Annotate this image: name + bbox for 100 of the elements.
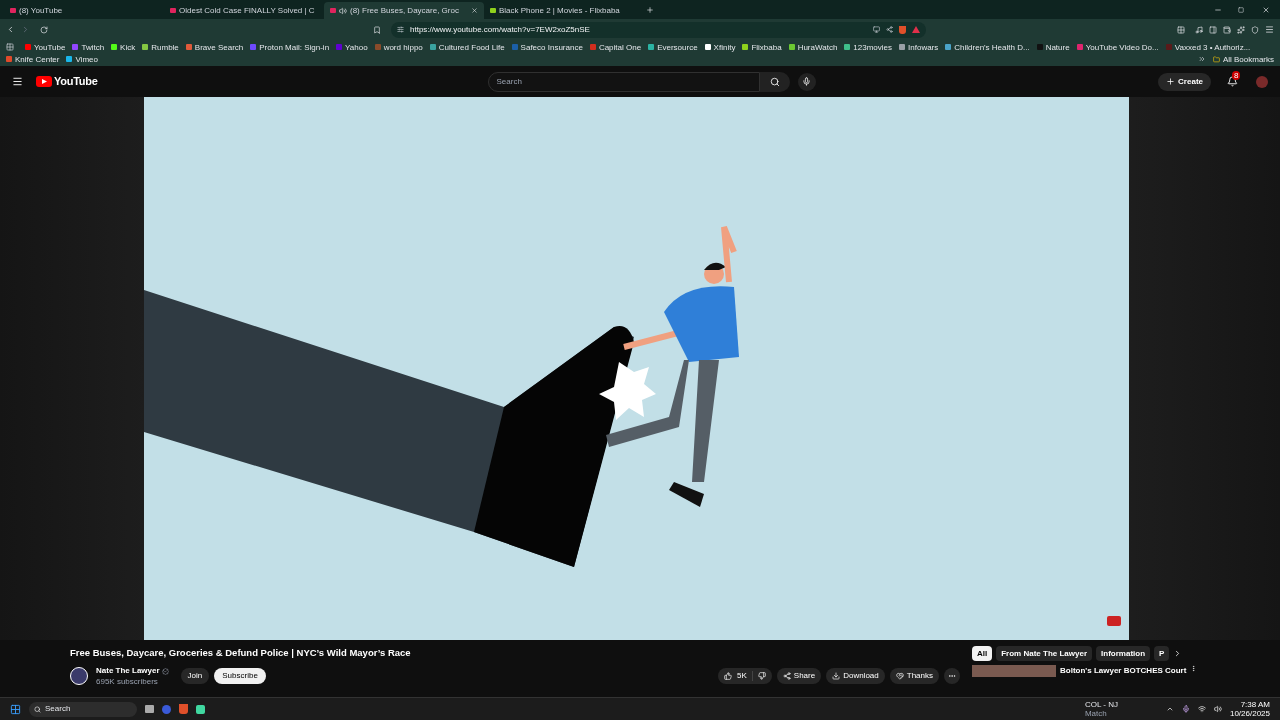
- new-tab-icon[interactable]: [646, 5, 654, 14]
- triangle-icon[interactable]: [912, 26, 920, 33]
- bookmark-item[interactable]: Nature: [1036, 41, 1070, 53]
- channel-avatar[interactable]: [70, 666, 88, 685]
- bookmark-item[interactable]: 123movies: [844, 41, 893, 53]
- menu-icon[interactable]: [1265, 25, 1274, 34]
- clock-date: 10/26/2025: [1229, 709, 1270, 718]
- search-field[interactable]: Search: [487, 71, 760, 92]
- back-icon[interactable]: [6, 25, 15, 34]
- url-text: https://www.youtube.com/watch?v=7EW2xoZ5nSE: [410, 23, 591, 36]
- filter-chip[interactable]: From Nate The Lawyer: [996, 646, 1093, 661]
- reload-icon[interactable]: [40, 25, 48, 34]
- network-icon[interactable]: [1197, 705, 1206, 713]
- channel-name[interactable]: Nate The Lawyer: [96, 665, 160, 678]
- sidebar-icon[interactable]: [1209, 25, 1217, 34]
- bookmark-icon[interactable]: [373, 25, 381, 34]
- tab-title: (8) YouTube: [19, 4, 63, 17]
- reader-icon[interactable]: [1177, 25, 1185, 34]
- browser-tab[interactable]: Black Phone 2 | Movies - Flixbaba: [484, 2, 644, 19]
- like-dislike-control[interactable]: 5K: [718, 667, 772, 684]
- menu-icon[interactable]: [12, 76, 23, 87]
- filter-chip[interactable]: Information: [1096, 646, 1151, 661]
- dislike-icon[interactable]: [757, 671, 766, 680]
- chat-app-icon[interactable]: [196, 704, 205, 714]
- sparkle-icon[interactable]: [1237, 25, 1245, 34]
- share-icon[interactable]: [886, 26, 893, 33]
- tab-favicon-icon: [170, 8, 176, 13]
- shield-outline-icon[interactable]: [1251, 25, 1259, 34]
- cast-icon[interactable]: [873, 26, 880, 33]
- bookmark-item[interactable]: Cultured Food Life: [429, 41, 505, 53]
- bookmark-item[interactable]: Twitch: [72, 41, 105, 53]
- windows-start-icon[interactable]: [10, 703, 21, 715]
- tab-title: Oldest Cold Case FINALLY Solved | C: [179, 4, 315, 17]
- video-frame[interactable]: [144, 97, 1129, 640]
- chevron-up-icon[interactable]: [1165, 705, 1174, 713]
- create-button[interactable]: Create: [1158, 72, 1211, 91]
- sports-score[interactable]: COL - NJ: [1084, 700, 1118, 709]
- tab-title: Black Phone 2 | Movies - Flixbaba: [499, 4, 620, 17]
- bookmark-item[interactable]: Rumble: [142, 41, 179, 53]
- tab-favicon-icon: [490, 8, 496, 13]
- close-icon[interactable]: [1262, 5, 1270, 14]
- share-button[interactable]: Share: [776, 667, 822, 684]
- bookmark-item[interactable]: Yahoo: [336, 41, 368, 53]
- close-icon[interactable]: [471, 7, 478, 14]
- tab-favicon-icon: [330, 8, 336, 13]
- filter-chip[interactable]: All: [972, 646, 993, 661]
- microphone-icon[interactable]: [1181, 705, 1190, 713]
- bookmark-item[interactable]: Kick: [111, 41, 136, 53]
- bookmark-item[interactable]: Safeco Insurance: [511, 41, 583, 53]
- thanks-button[interactable]: Thanks: [889, 667, 939, 684]
- bookmark-item[interactable]: word hippo: [374, 41, 423, 53]
- site-settings-icon[interactable]: [397, 26, 404, 33]
- join-button[interactable]: Join: [180, 667, 210, 684]
- address-field[interactable]: https://www.youtube.com/watch?v=7EW2xoZ5nSE: [391, 21, 926, 38]
- bookmark-item[interactable]: Infowars: [899, 41, 939, 53]
- video-title: Free Buses, Daycare, Groceries & Defund Police | NYC’s Wild Mayor’s Race: [70, 646, 412, 660]
- bookmark-item[interactable]: Proton Mail: Sign-in: [250, 41, 330, 53]
- bookmark-item[interactable]: Flixbaba: [742, 41, 782, 53]
- video-thumbnail[interactable]: [972, 665, 1056, 677]
- bookmark-item[interactable]: Capital One: [589, 41, 642, 53]
- browser-tab[interactable]: Oldest Cold Case FINALLY Solved | C: [164, 2, 324, 19]
- search-icon: [34, 705, 41, 713]
- youtube-logo-icon: [36, 76, 52, 87]
- browser-tab[interactable]: (8) YouTube: [4, 2, 164, 19]
- wallet-icon[interactable]: [1223, 25, 1231, 34]
- all-bookmarks-item[interactable]: All Bookmarks: [1212, 53, 1274, 65]
- browser-tab[interactable]: (8) Free Buses, Daycare, Groc: [324, 2, 484, 19]
- browser-app-icon[interactable]: [162, 704, 171, 714]
- notifications-icon[interactable]: [1227, 76, 1238, 87]
- bookmark-item[interactable]: HuraWatch: [788, 41, 838, 53]
- search-icon: [769, 76, 780, 87]
- subscriber-count: 695K subscribers: [96, 677, 159, 687]
- apps-icon[interactable]: [6, 43, 14, 51]
- taskbar-search-field[interactable]: Search: [29, 701, 137, 717]
- restore-icon[interactable]: [1238, 6, 1244, 13]
- bookmark-item[interactable]: Children's Health D...: [945, 41, 1030, 53]
- more-button[interactable]: [944, 667, 960, 684]
- shield-icon[interactable]: [899, 25, 906, 34]
- notification-count: 8: [1232, 71, 1241, 80]
- filter-chip[interactable]: P: [1154, 646, 1170, 661]
- bookmark-item[interactable]: Vimeo: [66, 53, 98, 65]
- voice-search-button[interactable]: [797, 72, 816, 91]
- bookmark-item[interactable]: Xfinity: [704, 41, 736, 53]
- more-bookmarks-icon[interactable]: [1197, 55, 1206, 63]
- bookmark-item[interactable]: Brave Search: [185, 41, 244, 53]
- volume-icon[interactable]: [1213, 705, 1222, 713]
- subscribe-button[interactable]: Subscribe: [214, 667, 266, 684]
- folder-icon: [1212, 55, 1220, 63]
- bookmark-item[interactable]: Vaxxed 3 • Authoriz...: [1165, 41, 1251, 53]
- search-button[interactable]: [759, 71, 790, 92]
- bookmark-item[interactable]: Knife Center: [6, 53, 60, 65]
- music-icon[interactable]: [1195, 25, 1203, 34]
- youtube-logo-text: YouTube: [54, 74, 98, 90]
- download-icon: [832, 671, 841, 680]
- recommended-title[interactable]: Bolton's Lawyer BOTCHES Court: [1060, 665, 1187, 677]
- bookmark-item[interactable]: YouTube Video Do...: [1076, 41, 1159, 53]
- bookmark-item[interactable]: Eversource: [648, 41, 698, 53]
- download-button[interactable]: Download: [826, 667, 885, 684]
- bookmark-item[interactable]: YouTube: [25, 41, 66, 53]
- microphone-icon: [802, 77, 811, 86]
